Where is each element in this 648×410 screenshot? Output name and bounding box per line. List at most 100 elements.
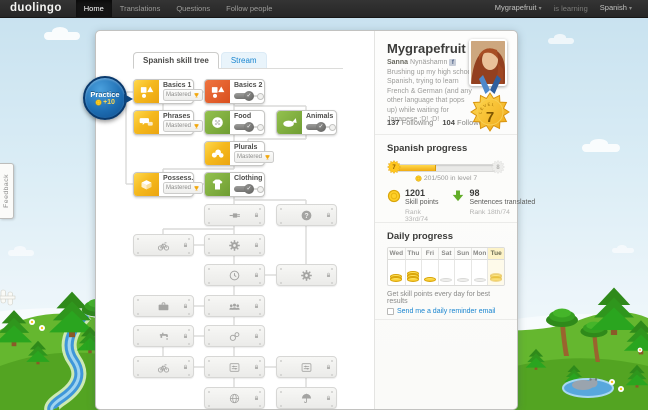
language-menu[interactable]: Spanish ▾ [592,0,640,18]
tab-stream[interactable]: Stream [221,52,267,68]
day-coins-fri [421,260,438,285]
lock-icon [253,303,260,310]
day-coins-sun [454,260,471,285]
skill-phrases[interactable]: PhrasesMastered [133,110,194,135]
stat-skill-points: 1201Skill pointsRank 33rd/74 [387,189,438,223]
day-header-sun: Sun [454,248,471,260]
facebook-icon[interactable]: f [449,59,456,66]
lock-icon [253,333,260,340]
language-progress-section: Spanish progress 7 8 201/500 in level 7 … [375,135,517,223]
gear-icon [228,239,241,252]
skill-locked-plug [204,204,265,226]
lock-icon [182,303,189,310]
shirt-icon [210,177,225,192]
main-card: Spanish skill tree Stream Basics 1Master… [95,30,518,410]
day-coins-tue [487,260,504,285]
skill-possessives[interactable]: Possess.Mastered [133,172,194,197]
feedback-tab[interactable]: Feedback [0,163,14,219]
briefcase-icon [157,300,170,313]
green-arrow-icon [451,189,465,203]
empty-day-icon [440,278,452,282]
mastered-badge: Mastered [163,120,203,132]
skill-clothing[interactable]: Clothing✓ [204,172,265,197]
nav-item-home[interactable]: Home [76,0,112,17]
skill-label: Food [234,113,261,120]
nav-item-follow-people[interactable]: Follow people [218,0,280,17]
whale-icon [282,115,297,130]
lock-icon [325,395,332,402]
shapes-icon [210,84,225,99]
reminder-label[interactable]: Send me a daily reminder email [397,308,495,315]
coin-stack-icon [424,277,436,282]
profile-first-name: Sanna [387,59,408,66]
bicycle-icon [157,361,170,374]
cloud [612,248,634,253]
daily-title: Daily progress [387,231,505,242]
skill-label: Basics 2 [234,82,261,89]
feedback-label: Feedback [3,174,10,208]
bubbles-icon [228,330,241,343]
coin-icon [95,99,102,106]
language-menu-label: Spanish [600,3,627,12]
bicycle-icon [157,239,170,252]
cloud [8,250,34,256]
day-coins-mon [471,260,488,285]
following-count[interactable]: 137 [387,118,400,127]
lock-icon [325,272,332,279]
daily-reminder[interactable]: Send me a daily reminder email [387,308,505,315]
profile-section: Mygrapefruit Sanna Nynäshamn f Brushing … [375,31,517,135]
mastered-badge: Mastered [163,89,203,101]
food-icon [210,115,225,130]
progress-bar: 7 8 [390,162,502,172]
skill-basics-1[interactable]: Basics 1Mastered [133,79,194,104]
coin-icon [95,99,102,106]
lock-icon [253,364,260,371]
day-header-sat: Sat [438,248,455,260]
trophy-icon [193,185,200,192]
coin-icon [415,175,422,182]
day-header-tue: Tue [487,248,504,260]
progress-stats: 1201Skill pointsRank 33rd/7498Sentences … [387,189,505,223]
svg-text:?: ? [304,212,308,219]
skill-locked-sliders [204,356,265,378]
nav-item-questions[interactable]: Questions [168,0,218,17]
day-coins-sat [438,260,455,285]
skill-locked-umbrella [276,387,337,409]
stat-sentences-translated: 98Sentences translatedRank 18th/74 [451,189,535,223]
top-nav: duolingo HomeTranslationsQuestionsFollow… [0,0,648,18]
tab-spanish-skill-tree[interactable]: Spanish skill tree [133,52,219,69]
box-icon [139,177,154,192]
skill-locked-faucet [133,325,194,347]
question-icon: ? [300,209,313,222]
skill-label: Possess. [163,175,190,182]
skill-food[interactable]: Food✓ [204,110,265,135]
skill-basics-2[interactable]: Basics 2✓ [204,79,265,104]
skill-label: Plurals [234,144,261,151]
trophy-icon [193,92,200,99]
progress-fill [396,165,436,171]
progress-caption: 201/500 in level 7 [424,175,477,182]
practice-button[interactable]: Practice +10 [83,76,127,120]
skill-plurals[interactable]: PluralsMastered [204,141,265,166]
skill-animals[interactable]: Animals ✓ [276,110,337,135]
lock-icon [325,364,332,371]
trophy-icon [264,154,271,161]
daily-hint: Get skill points every day for best resu… [387,291,505,305]
followers-count[interactable]: 104 [442,118,455,127]
cloud [548,38,574,44]
skill-label: Animals [306,113,333,120]
skill-label: Basics 1 [163,82,190,89]
reminder-checkbox[interactable] [387,308,394,315]
app-logo[interactable]: duolingo [0,0,76,17]
lock-icon [253,272,260,279]
nav-item-translations[interactable]: Translations [112,0,169,17]
faucet-icon [157,330,170,343]
skill-locked-gear-2 [276,264,337,286]
user-menu[interactable]: Mygrapefruit ▾ [487,0,550,18]
skill-tree: Spanish skill tree Stream Basics 1Master… [96,31,374,409]
skill-progress-slider: ✓ [234,184,264,194]
day-header-wed: Wed [388,248,405,260]
following-label: Following [402,118,434,127]
skill-progress-slider: ✓ [306,122,336,132]
sliders-icon [228,361,241,374]
